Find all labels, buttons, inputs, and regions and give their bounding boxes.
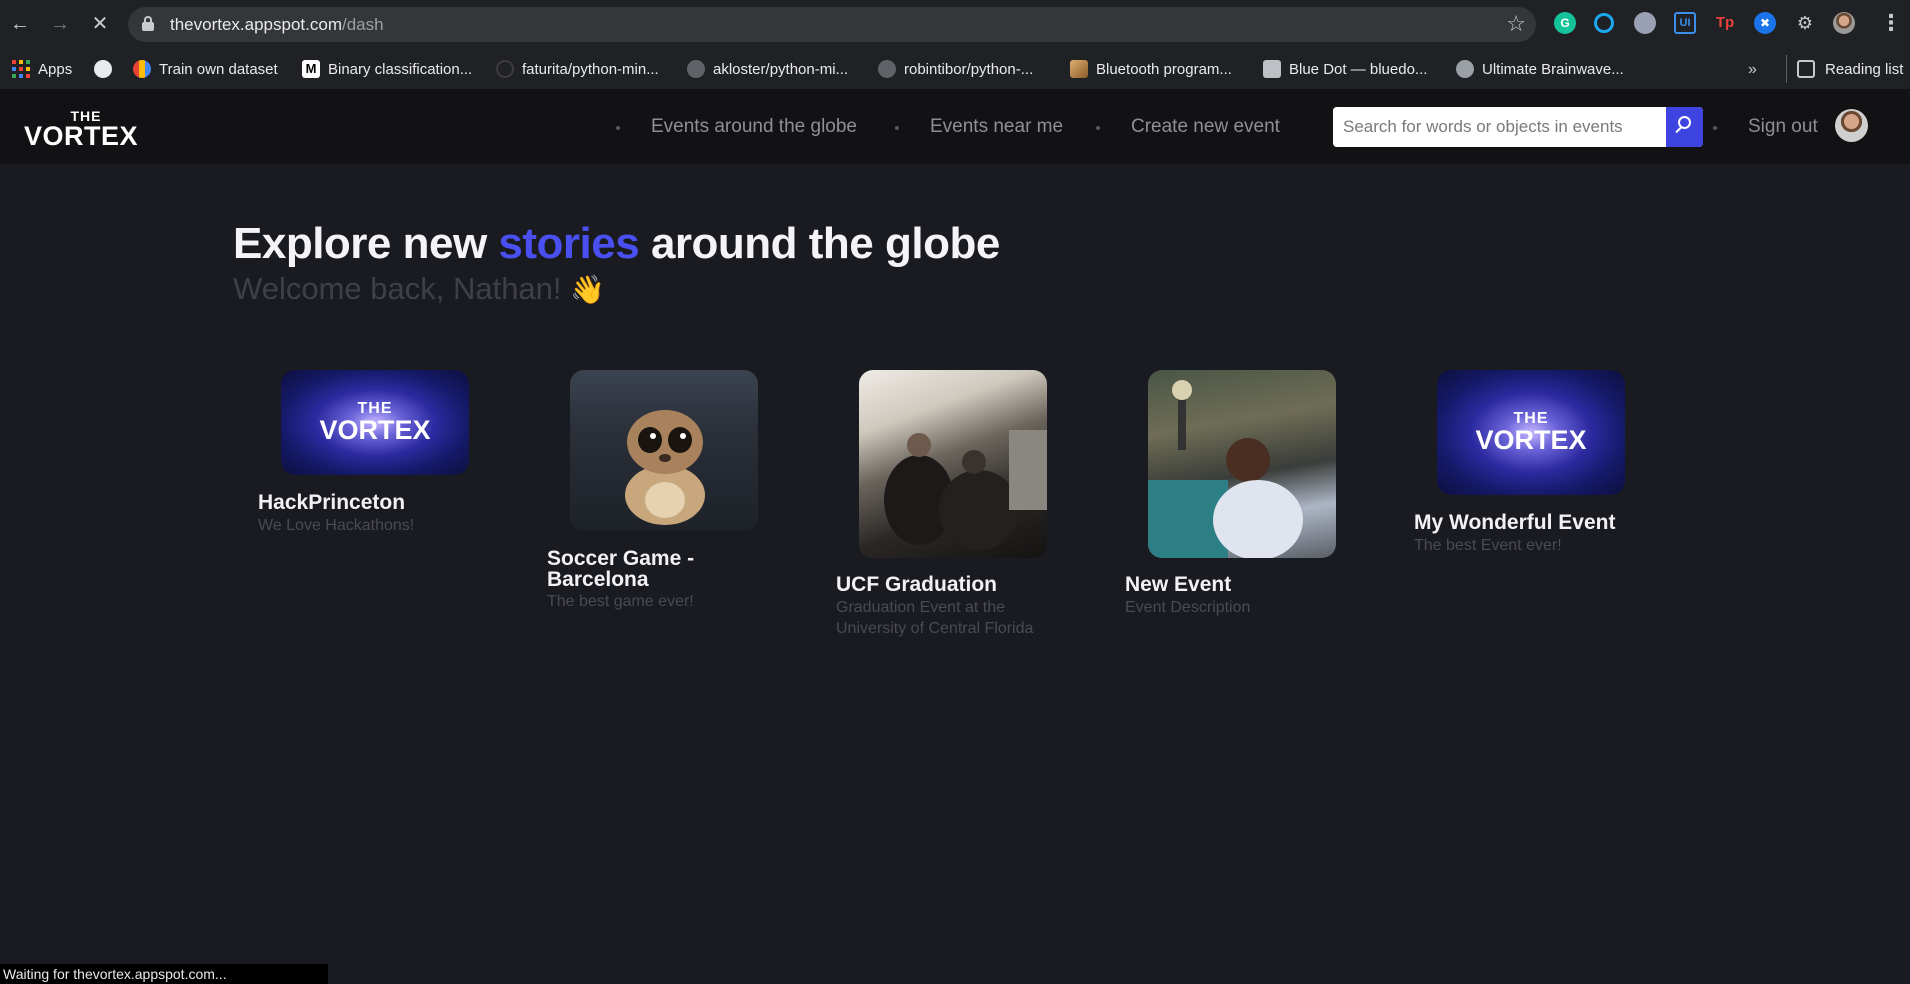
event-card-soccer-game[interactable] (570, 370, 758, 531)
github-icon (878, 60, 896, 78)
event-card-new-event[interactable] (1148, 370, 1336, 558)
search-button[interactable] (1666, 107, 1703, 147)
docs-icon (1263, 60, 1281, 78)
medium-icon: M (302, 60, 320, 78)
bookmark-image-icon (1070, 60, 1088, 78)
browser-status-bar: Waiting for thevortex.appspot.com... (0, 964, 328, 984)
event-thumbnail (570, 370, 758, 531)
reading-list-button[interactable]: Reading list (1786, 55, 1903, 83)
extensions-puzzle-icon[interactable]: ⚙ (1794, 12, 1816, 34)
event-description: We Love Hackathons! (258, 517, 415, 534)
nav-separator (895, 126, 899, 130)
back-button[interactable]: ← (8, 12, 32, 36)
address-bar[interactable]: thevortex.appspot.com/dash ☆ (128, 7, 1536, 42)
nav-separator (1713, 126, 1717, 130)
event-description: Graduation Event at the University of Ce… (836, 599, 1034, 637)
event-card-my-wonderful-event[interactable]: THE VORTEX (1437, 370, 1625, 495)
nav-separator (616, 126, 620, 130)
url-text: thevortex.appspot.com/dash (170, 15, 384, 34)
bookmark-akloster[interactable]: akloster/python-mi... (687, 55, 848, 83)
event-thumbnail: THE VORTEX (1437, 370, 1625, 495)
bookmark-star-icon[interactable]: ☆ (1506, 11, 1526, 37)
event-card-hackprinceton[interactable]: THE VORTEX (281, 370, 469, 475)
event-description: The best Event ever! (1414, 537, 1562, 554)
github-icon (496, 60, 514, 78)
nav-separator (1096, 126, 1100, 130)
github-icon (687, 60, 705, 78)
event-title[interactable]: Soccer Game - Barcelona (547, 548, 747, 590)
more-bookmarks-chevron-icon[interactable]: » (1748, 61, 1757, 79)
bookmark-ultimate-brainwave[interactable]: Ultimate Brainwave... (1456, 55, 1624, 83)
event-thumbnail (1148, 370, 1336, 558)
site-header: THE VORTEX Events around the globe Event… (0, 89, 1910, 164)
event-description: Event Description (1125, 599, 1251, 616)
extension-ring-icon[interactable] (1594, 13, 1614, 33)
bookmark-globe[interactable] (94, 55, 112, 83)
graduation-crowd-illustration (884, 430, 1047, 550)
address-row: ← → ✕ thevortex.appspot.com/dash ☆ G UI … (0, 0, 1910, 49)
bookmark-blue-dot[interactable]: Blue Dot — bluedo... (1263, 55, 1427, 83)
nav-events-around-globe[interactable]: Events around the globe (651, 116, 857, 138)
instructables-icon (1456, 60, 1474, 78)
mongoose-illustration (625, 410, 705, 525)
wave-emoji: 👋 (570, 274, 606, 305)
event-description: The best game ever! (547, 593, 694, 610)
event-title[interactable]: My Wonderful Event (1414, 512, 1615, 533)
bookmark-train-own-dataset[interactable]: Train own dataset (133, 55, 278, 83)
event-title[interactable]: New Event (1125, 574, 1231, 595)
bookmarks-bar: Apps Train own dataset M Binary classifi… (0, 49, 1910, 89)
bookmark-binary-classification[interactable]: M Binary classification... (302, 55, 472, 83)
apps-grid-icon (12, 60, 30, 78)
grammarly-icon[interactable]: G (1554, 12, 1576, 34)
bookmark-apps[interactable]: Apps (12, 55, 72, 83)
browser-menu-icon[interactable]: ⋮ (1880, 10, 1902, 36)
page-headline: Explore new stories around the globe (233, 219, 1000, 268)
bookmark-robintibor[interactable]: robintibor/python-... (878, 55, 1033, 83)
vortex-logo[interactable]: THE VORTEX (21, 109, 141, 151)
forward-button[interactable]: → (48, 12, 72, 36)
event-title[interactable]: UCF Graduation (836, 574, 997, 595)
globe-icon (94, 60, 112, 78)
event-thumbnail (859, 370, 1047, 558)
extension-blue-icon[interactable]: ✖ (1754, 12, 1776, 34)
search-input[interactable] (1333, 107, 1665, 147)
profile-avatar-icon[interactable] (1833, 12, 1855, 34)
event-search (1333, 107, 1703, 147)
event-card-ucf-graduation[interactable] (859, 370, 1047, 558)
lock-icon (142, 16, 154, 32)
nav-create-new-event[interactable]: Create new event (1131, 116, 1280, 138)
extension-circle-icon[interactable] (1634, 12, 1656, 34)
event-thumbnail: THE VORTEX (281, 370, 469, 475)
welcome-message: Welcome back, Nathan! 👋 (233, 271, 606, 306)
browser-chrome: ← → ✕ thevortex.appspot.com/dash ☆ G UI … (0, 0, 1910, 89)
google-cloud-icon (133, 60, 151, 78)
bookmark-faturita[interactable]: faturita/python-min... (496, 55, 659, 83)
extension-tp-icon[interactable]: Tp (1714, 12, 1736, 34)
sign-out-link[interactable]: Sign out (1748, 116, 1818, 138)
nav-events-near-me[interactable]: Events near me (930, 116, 1063, 138)
extension-ui-icon[interactable]: UI (1674, 12, 1696, 34)
user-avatar[interactable] (1835, 109, 1868, 142)
bookmark-bluetooth[interactable]: Bluetooth program... (1070, 55, 1232, 83)
event-title[interactable]: HackPrinceton (258, 492, 405, 513)
reading-list-icon (1797, 60, 1815, 78)
party-photo-illustration (1148, 380, 1303, 558)
stop-loading-button[interactable]: ✕ (88, 12, 112, 36)
